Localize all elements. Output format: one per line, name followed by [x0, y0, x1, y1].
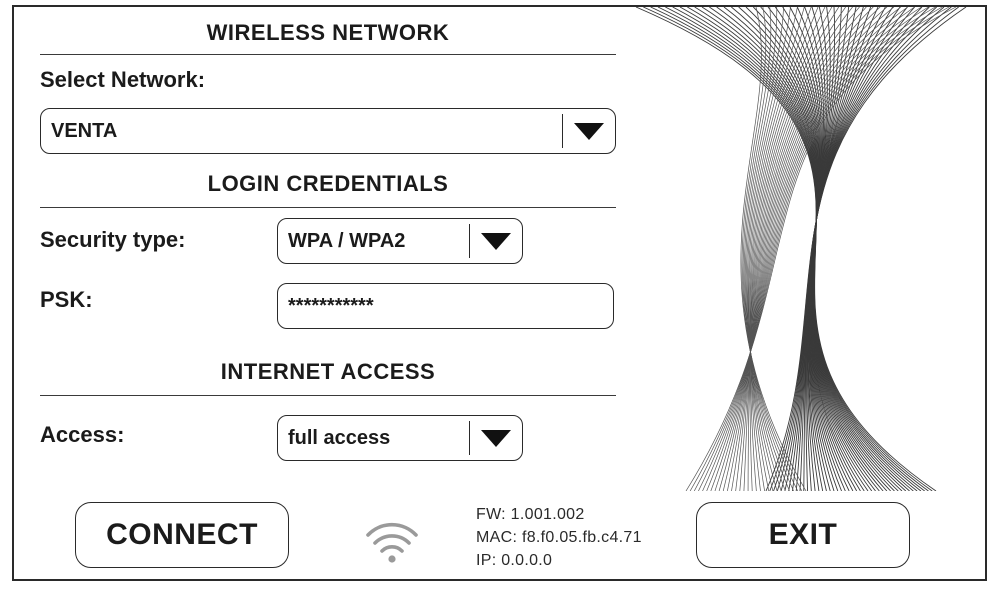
connect-button[interactable]: CONNECT	[75, 502, 289, 568]
divider	[40, 207, 616, 208]
wave-decoration	[635, 7, 967, 491]
section-title-wireless: WIRELESS NETWORK	[206, 20, 450, 45]
triangle-down-icon	[481, 232, 511, 250]
access-value: full access	[288, 426, 391, 449]
divider	[40, 54, 616, 55]
exit-button[interactable]: EXIT	[696, 502, 910, 568]
wave-line	[698, 7, 936, 491]
divider	[40, 395, 616, 396]
psk-value: ***********	[288, 294, 374, 317]
security-dropdown-button[interactable]	[470, 232, 522, 250]
mac-address: MAC: f8.f0.05.fb.c4.71	[476, 529, 642, 546]
security-type-select[interactable]: WPA / WPA2	[277, 218, 523, 264]
triangle-down-icon	[574, 122, 604, 140]
network-select[interactable]: VENTA	[40, 108, 616, 154]
access-select[interactable]: full access	[277, 415, 523, 461]
wifi-icon	[366, 522, 418, 563]
wave-line	[672, 7, 918, 491]
select-network-label: Select Network:	[40, 67, 206, 92]
security-type-label: Security type:	[40, 227, 186, 252]
firmware-version: FW: 1.001.002	[476, 506, 585, 523]
psk-label: PSK:	[40, 287, 93, 312]
access-dropdown-button[interactable]	[470, 429, 522, 447]
wave-line	[745, 7, 791, 491]
psk-input[interactable]: ***********	[277, 283, 614, 329]
access-label: Access:	[40, 422, 125, 447]
security-type-value: WPA / WPA2	[288, 229, 406, 252]
network-dropdown-button[interactable]	[563, 122, 615, 140]
wave-line	[643, 7, 933, 491]
network-select-value: VENTA	[51, 119, 118, 142]
device-info: FW: 1.001.002 MAC: f8.f0.05.fb.c4.71 IP:…	[476, 503, 642, 572]
triangle-down-icon	[481, 429, 511, 447]
section-title-login: LOGIN CREDENTIALS	[207, 171, 449, 196]
wave-line	[769, 7, 959, 491]
section-title-internet: INTERNET ACCESS	[220, 359, 436, 384]
ip-address: IP: 0.0.0.0	[476, 552, 553, 569]
wifi-settings-panel: WIRELESS NETWORK Select Network: VENTA L…	[12, 5, 987, 581]
